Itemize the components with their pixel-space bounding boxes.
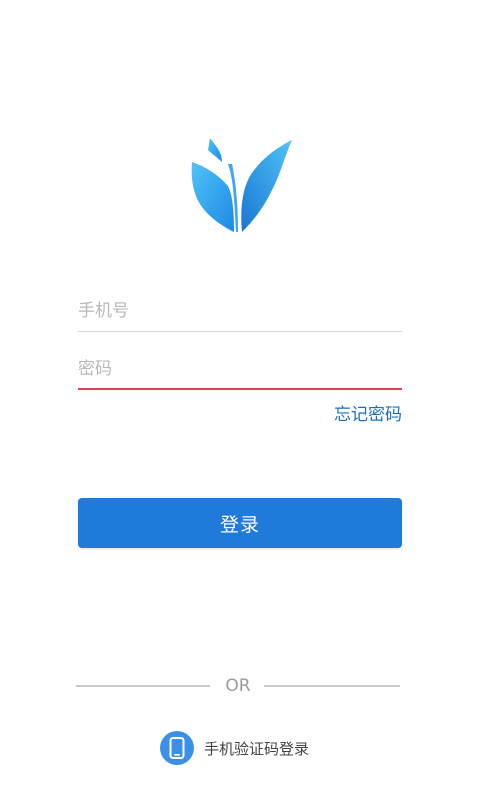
phone-field[interactable] (78, 292, 402, 332)
password-underline (78, 388, 402, 390)
password-input[interactable] (78, 350, 402, 388)
password-field[interactable] (78, 350, 402, 390)
sms-login-button[interactable]: 手机验证码登录 (160, 731, 309, 765)
smartphone-icon (160, 731, 194, 765)
or-divider: OR (76, 674, 400, 698)
phone-underline (78, 330, 402, 332)
app-logo (191, 138, 292, 232)
login-button[interactable]: 登录 (78, 498, 402, 548)
login-screen: 忘记密码 登录 OR 手机验证码登录 (0, 0, 480, 800)
divider-line-right (264, 685, 400, 687)
sms-login-label: 手机验证码登录 (204, 739, 310, 758)
forgot-password-link[interactable]: 忘记密码 (334, 400, 402, 425)
phone-input[interactable] (78, 292, 402, 330)
